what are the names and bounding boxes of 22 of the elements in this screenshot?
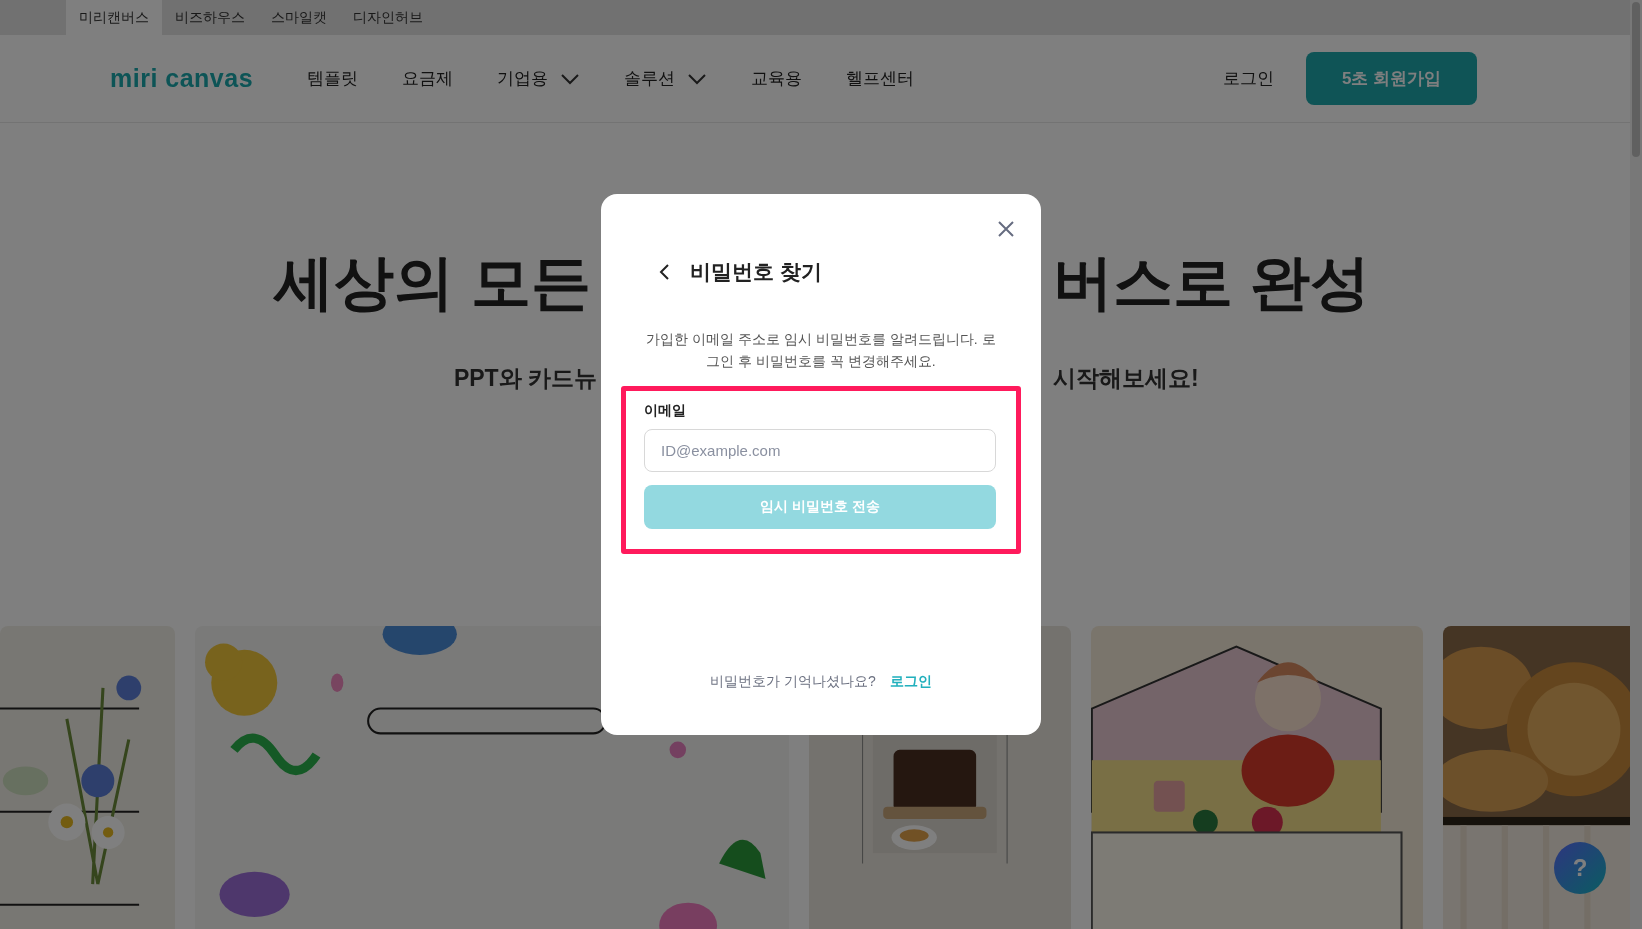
login-link[interactable]: 로그인 bbox=[1223, 67, 1274, 90]
email-field[interactable]: ID@example.com bbox=[644, 429, 996, 472]
site-tab[interactable]: 디자인허브 bbox=[340, 0, 436, 35]
nav-link[interactable]: 헬프센터 bbox=[846, 67, 915, 90]
nav-link[interactable]: 요금제 bbox=[402, 67, 454, 90]
description: 가입한 이메일 주소로 임시 비밀번호를 알려드립니다. 로그인 후 비밀번호를 꼭 변경해주세요. bbox=[645, 330, 997, 371]
dialog-title: 비밀번호 찾기 bbox=[690, 259, 822, 285]
scrollbar[interactable] bbox=[1630, 0, 1642, 929]
footer-text: 비밀번호가 기억나셨나요? bbox=[710, 673, 876, 691]
hero-subtitle: 시작해보세요! bbox=[1052, 364, 1200, 393]
email-label: 이메일 bbox=[644, 402, 686, 420]
hero-title: 세상의 모든 bbox=[272, 248, 592, 318]
nav-link[interactable]: 템플릿 bbox=[307, 67, 359, 90]
nav-link[interactable]: 교육용 bbox=[751, 67, 803, 90]
site-tab[interactable]: 스마일캣 bbox=[258, 0, 340, 35]
hero-subtitle: PPT와 카드뉴 bbox=[452, 364, 598, 393]
site-tab[interactable]: 비즈하우스 bbox=[162, 0, 258, 35]
nav-link[interactable]: 기업용 bbox=[497, 67, 581, 90]
login-link[interactable]: 로그인 bbox=[889, 673, 932, 691]
hero-title: 버스로 완성 bbox=[1052, 248, 1371, 318]
site-tab[interactable]: 미리캔버스 bbox=[66, 0, 162, 35]
nav-link[interactable]: 솔루션 bbox=[624, 67, 708, 90]
